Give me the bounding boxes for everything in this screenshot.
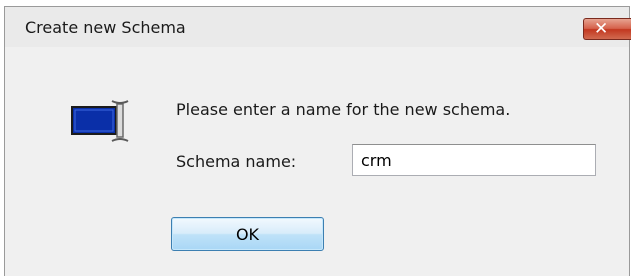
dialog-title: Create new Schema (25, 18, 186, 37)
schema-name-input[interactable] (352, 144, 596, 176)
create-schema-dialog: Create new Schema ✕ Please enter a name … (4, 6, 631, 276)
close-button[interactable]: ✕ (583, 18, 631, 40)
schema-name-label: Schema name: (176, 152, 297, 171)
title-bar[interactable]: Create new Schema ✕ (5, 7, 631, 47)
database-table-icon (71, 100, 129, 142)
prompt-message: Please enter a name for the new schema. (176, 100, 511, 119)
close-icon: ✕ (594, 19, 609, 39)
ok-button[interactable]: OK (171, 217, 324, 251)
